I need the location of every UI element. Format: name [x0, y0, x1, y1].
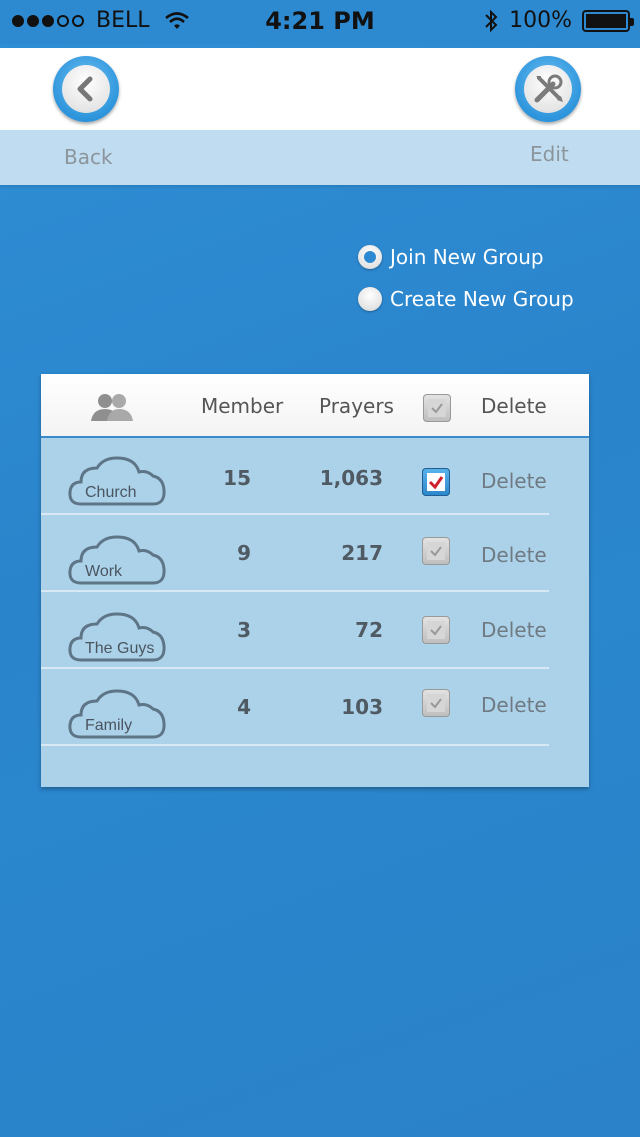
prayer-count: 72	[355, 618, 383, 642]
create-group-option[interactable]: Create New Group	[358, 287, 574, 311]
member-count: 9	[237, 541, 251, 565]
battery-percent: 100%	[509, 8, 572, 33]
cloud-icon: Church	[67, 454, 167, 506]
join-radio[interactable]	[358, 245, 382, 269]
group-name: Church	[85, 484, 137, 501]
create-radio[interactable]	[358, 287, 382, 311]
status-right: 100%	[483, 8, 634, 33]
checkmark-icon	[427, 473, 445, 491]
header-select-all-checkbox[interactable]	[423, 394, 451, 422]
header-prayers: Prayers	[319, 394, 394, 418]
prayer-count: 1,063	[319, 466, 383, 490]
delete-button[interactable]: Delete	[481, 543, 547, 567]
cloud-icon: The Guys	[67, 610, 167, 662]
check-icon	[428, 399, 446, 417]
cloud-icon: Work	[67, 533, 167, 585]
groups-table: Member Prayers Delete Church 15 1,063 De…	[41, 374, 589, 787]
check-icon	[427, 542, 445, 560]
delete-button[interactable]: Delete	[481, 469, 547, 493]
back-button[interactable]	[53, 56, 119, 122]
group-checkbox[interactable]	[422, 468, 450, 496]
group-checkbox[interactable]	[422, 689, 450, 717]
edit-button[interactable]	[515, 56, 581, 122]
radio-selected-dot	[364, 251, 376, 263]
delete-button[interactable]: Delete	[481, 618, 547, 642]
table-header: Member Prayers Delete	[41, 374, 589, 438]
group-name: Family	[85, 717, 133, 734]
check-icon	[427, 694, 445, 712]
cloud-icon: Family	[67, 687, 167, 739]
create-label: Create New Group	[390, 287, 574, 311]
join-group-option[interactable]: Join New Group	[358, 245, 544, 269]
member-count: 3	[237, 618, 251, 642]
header-delete: Delete	[481, 394, 547, 418]
member-count: 15	[223, 466, 251, 490]
group-name: Work	[85, 563, 123, 580]
check-icon	[427, 621, 445, 639]
chevron-left-icon	[77, 76, 93, 102]
tools-icon	[534, 74, 563, 103]
header-member: Member	[201, 394, 284, 418]
table-row[interactable]: Church 15 1,063 Delete	[41, 438, 549, 515]
table-row[interactable]: Family 4 103 Delete	[41, 669, 549, 746]
edit-label[interactable]: Edit	[530, 142, 569, 166]
back-label[interactable]: Back	[64, 145, 113, 169]
back-button-face	[62, 65, 110, 113]
group-checkbox[interactable]	[422, 616, 450, 644]
group-checkbox[interactable]	[422, 537, 450, 565]
status-bar: BELL 4:21 PM 100%	[0, 0, 640, 44]
edit-button-face	[524, 65, 572, 113]
member-count: 4	[237, 695, 251, 719]
table-row[interactable]: The Guys 3 72 Delete	[41, 592, 549, 669]
group-people-icon	[91, 394, 133, 421]
battery-icon	[582, 9, 634, 32]
delete-button[interactable]: Delete	[481, 693, 547, 717]
table-row[interactable]: Work 9 217 Delete	[41, 515, 549, 592]
bluetooth-icon	[485, 9, 498, 32]
group-name: The Guys	[85, 640, 155, 657]
join-label: Join New Group	[390, 245, 544, 269]
prayer-count: 103	[341, 695, 383, 719]
prayer-count: 217	[341, 541, 383, 565]
